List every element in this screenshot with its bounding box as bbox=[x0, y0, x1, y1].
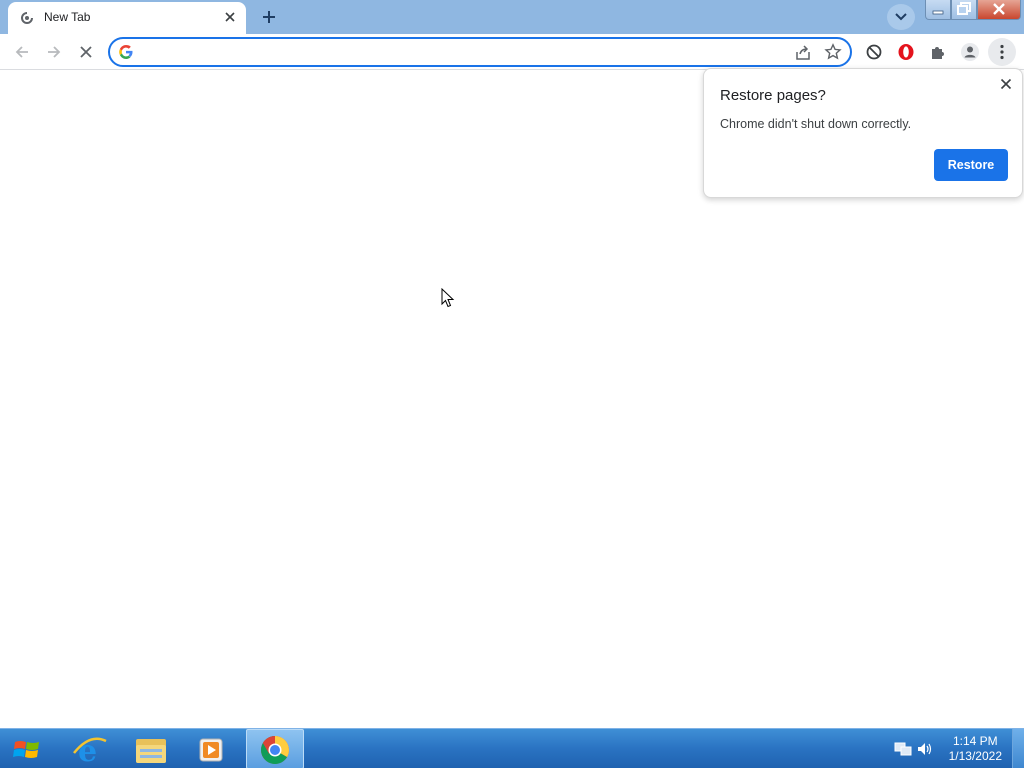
clock[interactable]: 1:14 PM 1/13/2022 bbox=[949, 734, 1002, 764]
back-button[interactable] bbox=[8, 38, 36, 66]
volume-icon[interactable] bbox=[916, 741, 934, 757]
restore-pages-bubble: Restore pages? Chrome didn't shut down c… bbox=[703, 68, 1023, 198]
show-desktop-button[interactable] bbox=[1012, 729, 1024, 768]
loading-spinner-icon bbox=[21, 11, 34, 24]
extensions-puzzle-icon[interactable] bbox=[924, 38, 952, 66]
restore-down-button[interactable] bbox=[951, 0, 977, 20]
tab-new-tab[interactable]: New Tab bbox=[8, 2, 246, 34]
new-tab-button[interactable] bbox=[255, 3, 283, 31]
network-icon[interactable] bbox=[894, 741, 912, 757]
bubble-title: Restore pages? bbox=[720, 87, 826, 104]
profile-avatar-icon[interactable] bbox=[956, 38, 984, 66]
blocker-extension-icon[interactable] bbox=[860, 38, 888, 66]
kebab-menu-icon bbox=[1000, 44, 1004, 60]
windows-logo-icon bbox=[13, 741, 39, 758]
internet-explorer-icon: e bbox=[73, 734, 107, 768]
taskbar-media-player[interactable] bbox=[182, 729, 240, 768]
bookmark-star-icon[interactable] bbox=[824, 43, 842, 61]
share-icon[interactable] bbox=[794, 44, 812, 62]
browser-toolbar bbox=[0, 34, 1024, 70]
minimize-icon bbox=[932, 10, 944, 15]
forward-button[interactable] bbox=[40, 38, 68, 66]
minimize-button[interactable] bbox=[925, 0, 951, 20]
taskbar-internet-explorer[interactable]: e bbox=[60, 729, 118, 768]
address-bar[interactable] bbox=[108, 37, 852, 67]
mouse-cursor-icon bbox=[441, 288, 455, 308]
close-tab-icon[interactable] bbox=[222, 9, 238, 25]
chrome-menu-button[interactable] bbox=[988, 38, 1016, 66]
close-window-button[interactable] bbox=[977, 0, 1021, 20]
taskbar: e 1:14 PM 1/13/2022 bbox=[0, 728, 1024, 768]
clock-date: 1/13/2022 bbox=[948, 749, 1002, 763]
folder-icon bbox=[136, 739, 166, 763]
system-tray: 1:14 PM 1/13/2022 bbox=[884, 729, 1024, 768]
taskbar-file-explorer[interactable] bbox=[122, 729, 180, 768]
restore-button[interactable]: Restore bbox=[934, 149, 1008, 181]
media-player-icon bbox=[199, 738, 223, 762]
start-button[interactable] bbox=[0, 729, 54, 768]
taskbar-chrome[interactable] bbox=[246, 729, 304, 768]
restore-down-icon bbox=[957, 2, 971, 15]
tab-search-button[interactable] bbox=[887, 4, 915, 30]
bubble-message: Chrome didn't shut down correctly. bbox=[720, 117, 912, 131]
stop-loading-button[interactable] bbox=[72, 38, 100, 66]
close-bubble-icon[interactable] bbox=[998, 76, 1014, 92]
tab-strip: New Tab bbox=[0, 0, 1024, 34]
chrome-icon bbox=[261, 736, 289, 764]
close-icon bbox=[993, 3, 1005, 15]
tab-title: New Tab bbox=[44, 10, 91, 24]
opera-extension-icon[interactable] bbox=[892, 38, 920, 66]
clock-time: 1:14 PM bbox=[952, 734, 998, 748]
google-g-icon bbox=[119, 45, 133, 59]
